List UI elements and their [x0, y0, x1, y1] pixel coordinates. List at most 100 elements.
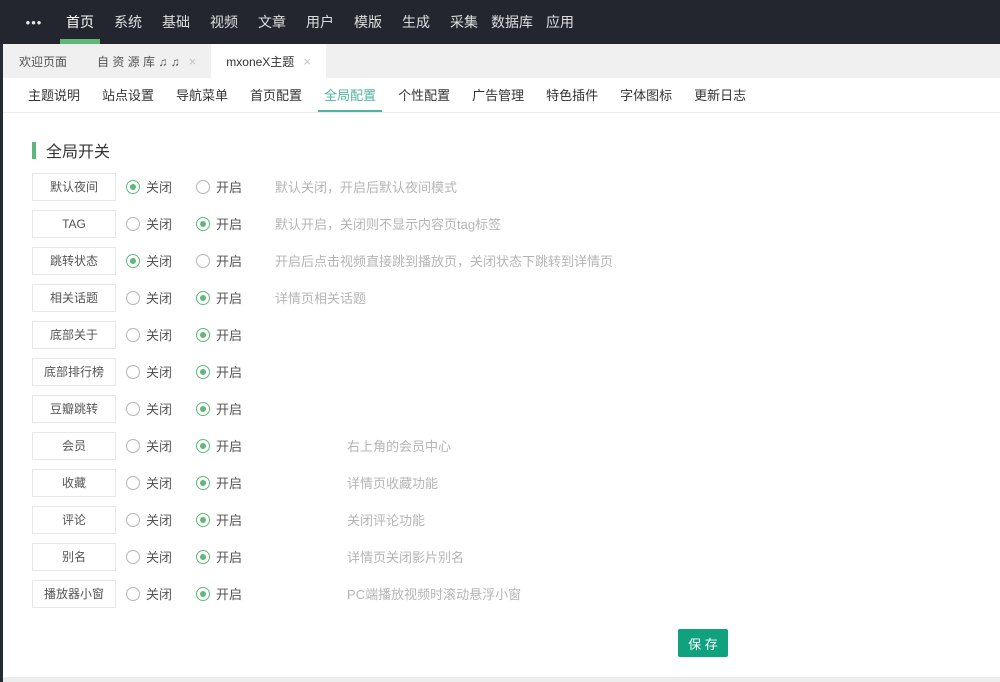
- radio-on[interactable]: 开启: [196, 399, 242, 418]
- radio-on-label: 开启: [216, 251, 242, 270]
- subnav-item[interactable]: 字体图标: [614, 78, 678, 112]
- radio-on-label: 开启: [216, 399, 242, 418]
- radio-circle-icon: [126, 476, 140, 490]
- radio-off-label: 关闭: [146, 473, 172, 492]
- topbar-item[interactable]: 首页: [56, 0, 104, 44]
- radio-on[interactable]: 开启: [196, 288, 242, 307]
- radio-on-label: 开启: [216, 214, 242, 233]
- subnav-item[interactable]: 更新日志: [688, 78, 752, 112]
- setting-row: 别名 关闭 开启 详情页关闭影片别名: [0, 538, 1000, 575]
- radio-on[interactable]: 开启: [196, 547, 242, 566]
- radio-off[interactable]: 关闭: [126, 177, 172, 196]
- save-row: 保 存: [0, 629, 1000, 657]
- setting-row: 评论 关闭 开启 关闭评论功能: [0, 501, 1000, 538]
- radio-circle-icon: [126, 402, 140, 416]
- workspace-tab[interactable]: 自 资 源 库 ♫ ♫ ×: [82, 44, 211, 78]
- radio-off[interactable]: 关闭: [126, 547, 172, 566]
- section-header: 全局开关: [32, 140, 1000, 160]
- radio-off[interactable]: 关闭: [126, 251, 172, 270]
- topbar-item[interactable]: 模版: [344, 0, 392, 44]
- setting-description: 关闭评论功能: [347, 510, 425, 529]
- radio-off-label: 关闭: [146, 547, 172, 566]
- setting-row: TAG 关闭 开启 默认开启，关闭则不显示内容页tag标签: [0, 205, 1000, 242]
- setting-description: 右上角的会员中心: [347, 436, 451, 455]
- radio-circle-icon: [196, 402, 210, 416]
- radio-circle-icon: [126, 217, 140, 231]
- topbar-item-label: 视频: [210, 12, 238, 32]
- radio-off[interactable]: 关闭: [126, 288, 172, 307]
- subnav-item[interactable]: 广告管理: [466, 78, 530, 112]
- topbar-item[interactable]: 应用: [536, 0, 584, 44]
- radio-on-label: 开启: [216, 436, 242, 455]
- subnav-item-label: 特色插件: [546, 85, 598, 104]
- radio-off-label: 关闭: [146, 362, 172, 381]
- radio-on[interactable]: 开启: [196, 510, 242, 529]
- topbar-item[interactable]: 系统: [104, 0, 152, 44]
- radio-circle-icon: [126, 254, 140, 268]
- setting-name: 相关话题: [32, 284, 116, 312]
- radio-circle-icon: [126, 439, 140, 453]
- radio-on[interactable]: 开启: [196, 473, 242, 492]
- radio-off[interactable]: 关闭: [126, 436, 172, 455]
- radio-off[interactable]: 关闭: [126, 214, 172, 233]
- horizontal-scrollbar[interactable]: [0, 677, 1000, 682]
- radio-off[interactable]: 关闭: [126, 362, 172, 381]
- topbar-item[interactable]: 数据库: [488, 0, 536, 44]
- radio-off[interactable]: 关闭: [126, 473, 172, 492]
- radio-off[interactable]: 关闭: [126, 584, 172, 603]
- topbar-item-label: 采集: [450, 12, 478, 32]
- setting-name: 默认夜间: [32, 173, 116, 201]
- subnav-item[interactable]: 个性配置: [392, 78, 456, 112]
- workspace-tab[interactable]: 欢迎页面: [4, 44, 82, 78]
- workspace-tabbar: 欢迎页面 自 资 源 库 ♫ ♫ × mxoneX主题 ×: [0, 44, 1000, 78]
- radio-on[interactable]: 开启: [196, 325, 242, 344]
- setting-description: 详情页收藏功能: [347, 473, 438, 492]
- topbar-item[interactable]: 视频: [200, 0, 248, 44]
- radio-on[interactable]: 开启: [196, 251, 242, 270]
- setting-name: 播放器小窗: [32, 580, 116, 608]
- subnav-item[interactable]: 全局配置: [318, 78, 382, 112]
- radio-on[interactable]: 开启: [196, 362, 242, 381]
- workspace-tab[interactable]: mxoneX主题 ×: [211, 44, 326, 78]
- radio-off[interactable]: 关闭: [126, 399, 172, 418]
- topbar-item[interactable]: 基础: [152, 0, 200, 44]
- subnav-item[interactable]: 首页配置: [244, 78, 308, 112]
- radio-on[interactable]: 开启: [196, 436, 242, 455]
- subnav-item-label: 全局配置: [324, 85, 376, 104]
- close-icon[interactable]: ×: [303, 55, 311, 68]
- radio-on[interactable]: 开启: [196, 214, 242, 233]
- subnav-item[interactable]: 导航菜单: [170, 78, 234, 112]
- more-menu-icon[interactable]: •••: [22, 0, 46, 44]
- setting-row: 收藏 关闭 开启 详情页收藏功能: [0, 464, 1000, 501]
- radio-off-label: 关闭: [146, 214, 172, 233]
- radio-circle-icon: [196, 217, 210, 231]
- subnav-item[interactable]: 特色插件: [540, 78, 604, 112]
- radio-off[interactable]: 关闭: [126, 325, 172, 344]
- topbar-item[interactable]: 文章: [248, 0, 296, 44]
- radio-on[interactable]: 开启: [196, 584, 242, 603]
- radio-off[interactable]: 关闭: [126, 510, 172, 529]
- subnav-item[interactable]: 站点设置: [96, 78, 160, 112]
- radio-circle-icon: [196, 550, 210, 564]
- topbar-item-label: 基础: [162, 12, 190, 32]
- subnav-item-label: 广告管理: [472, 85, 524, 104]
- save-button[interactable]: 保 存: [678, 629, 728, 657]
- topbar-item[interactable]: 生成: [392, 0, 440, 44]
- subnav-item-label: 个性配置: [398, 85, 450, 104]
- topbar-item[interactable]: 采集: [440, 0, 488, 44]
- radio-circle-icon: [196, 254, 210, 268]
- radio-on-label: 开启: [216, 362, 242, 381]
- topbar-item[interactable]: 用户: [296, 0, 344, 44]
- topbar-item-label: 生成: [402, 12, 430, 32]
- setting-name: 底部关于: [32, 321, 116, 349]
- close-icon[interactable]: ×: [189, 55, 197, 68]
- setting-description: PC端播放视频时滚动悬浮小窗: [347, 584, 521, 603]
- subnav-item[interactable]: 主题说明: [22, 78, 86, 112]
- radio-on[interactable]: 开启: [196, 177, 242, 196]
- radio-off-label: 关闭: [146, 510, 172, 529]
- setting-description: 详情页关闭影片别名: [347, 547, 464, 566]
- radio-on-label: 开启: [216, 547, 242, 566]
- topbar: ••• 首页 系统 基础 视频 文章 用户 模版 生成 采集 数据库 应用: [0, 0, 1000, 44]
- topbar-nav: 首页 系统 基础 视频 文章 用户 模版 生成 采集 数据库 应用: [56, 0, 584, 44]
- radio-on-label: 开启: [216, 177, 242, 196]
